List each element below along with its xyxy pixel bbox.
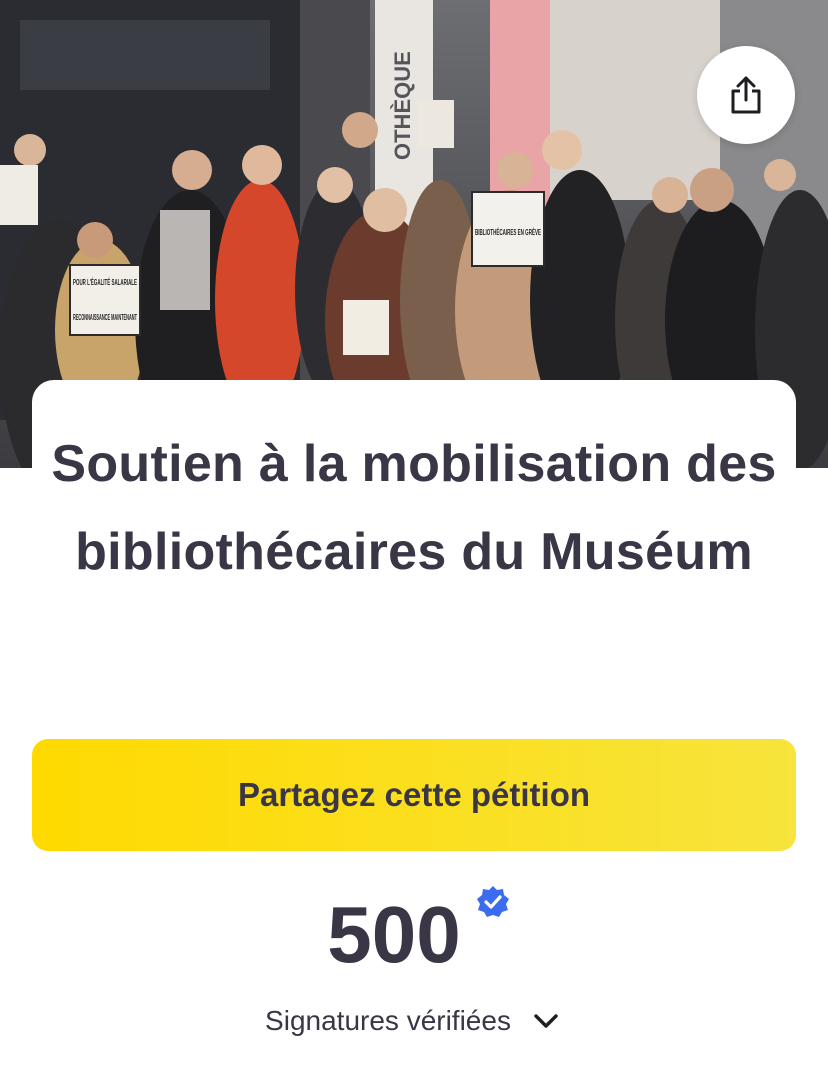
petition-title: Soutien à la mobilisation des bibliothéc… [51, 435, 777, 581]
share-icon [731, 76, 761, 114]
svg-text:BIBLIOTHÉCAIRES EN GRÈVE: BIBLIOTHÉCAIRES EN GRÈVE [475, 228, 541, 237]
share-petition-label: Partagez cette pétition [237, 776, 591, 813]
share-petition-button[interactable]: Partagez cette pétition [32, 739, 796, 851]
signatures-toggle[interactable]: Signatures vérifiées [0, 998, 828, 1044]
signatures-label: Signatures vérifiées [265, 1005, 511, 1036]
signature-counter: 500 [0, 885, 828, 985]
chevron-down-icon [533, 1006, 563, 1036]
svg-text:RECONNAISSANCE MAINTENANT: RECONNAISSANCE MAINTENANT [73, 313, 137, 322]
verified-badge-icon [477, 886, 509, 917]
share-button[interactable] [697, 46, 795, 144]
protest-sign: POUR L'ÉGALITÉ SALARIALE RECONNAISSANCE … [69, 264, 141, 336]
svg-text:POUR L'ÉGALITÉ SALARIALE: POUR L'ÉGALITÉ SALARIALE [73, 278, 137, 287]
building-text: OTHÈQUE [390, 51, 415, 160]
protest-sign: BIBLIOTHÉCAIRES EN GRÈVE [471, 191, 545, 267]
signature-count: 500 [327, 890, 461, 979]
